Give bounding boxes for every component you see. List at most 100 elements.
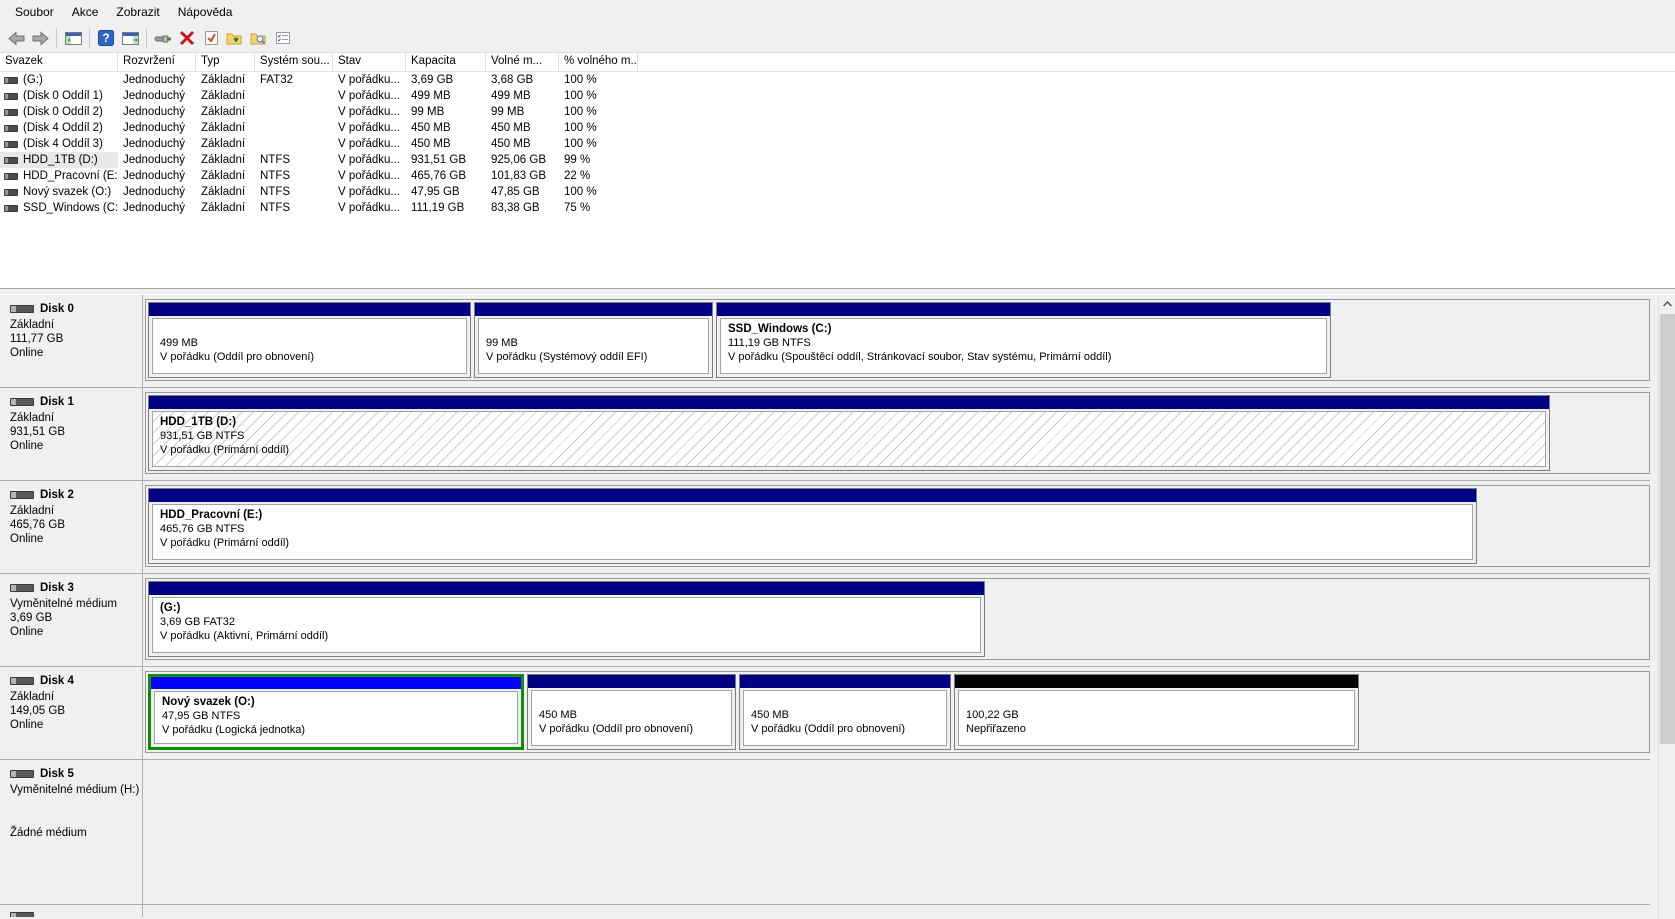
volume-capacity: 111,19 GB [406, 200, 486, 216]
volume-name: Nový svazek (O:) [0, 184, 118, 200]
vertical-scrollbar[interactable] [1658, 295, 1675, 919]
disk-name: Disk 0 [40, 302, 74, 316]
checklist-icon[interactable] [271, 26, 295, 50]
disk-graphic-area [143, 760, 1650, 904]
partition[interactable]: (G:)3,69 GB FAT32V pořádku (Aktivní, Pri… [148, 581, 985, 657]
partition-body: 100,22 GBNepřiřazeno [958, 690, 1355, 746]
volume-type: Základní [196, 152, 255, 168]
partition-size: 100,22 GB [966, 708, 1352, 722]
partition-body: 450 MBV pořádku (Oddíl pro obnovení) [743, 690, 947, 746]
volume-row[interactable]: Nový svazek (O:)JednoduchýZákladníNTFSV … [0, 184, 1675, 200]
delete-icon[interactable] [175, 26, 199, 50]
disk-label[interactable]: Disk 2Základní465,76 GBOnline [0, 481, 143, 573]
menu-item-0[interactable]: Soubor [6, 0, 63, 24]
partition[interactable]: 99 MBV pořádku (Systémový oddíl EFI) [474, 302, 713, 378]
volume-name: HDD_1TB (D:) [0, 152, 118, 168]
folder-search-icon[interactable] [247, 26, 271, 50]
disk-label[interactable]: Disk 5Vyměnitelné médium (H:)Žádné médiu… [0, 760, 143, 904]
back-icon[interactable] [4, 26, 28, 50]
volume-row[interactable]: (Disk 4 Oddíl 2)JednoduchýZákladníV pořá… [0, 120, 1675, 136]
graphical-view: Disk 0Základní111,77 GBOnline499 MBV poř… [0, 295, 1675, 919]
menu-item-2[interactable]: Zobrazit [107, 0, 168, 24]
partition-size: 111,19 GB NTFS [728, 336, 1324, 350]
volume-free: 450 MB [486, 120, 559, 136]
task-check-icon[interactable] [199, 26, 223, 50]
volume-icon [4, 205, 18, 212]
volume-fs: FAT32 [255, 72, 333, 88]
disk-icon [10, 398, 34, 406]
partition[interactable]: HDD_Pracovní (E:)465,76 GB NTFSV pořádku… [148, 488, 1477, 564]
volume-name-label: (Disk 0 Oddíl 1) [23, 88, 103, 104]
volume-free: 101,83 GB [486, 168, 559, 184]
volume-list-header: SvazekRozvrženíTypSystém sou...StavKapac… [0, 53, 1675, 72]
disk-title: Disk 2 [10, 488, 142, 502]
partition-type-bar [149, 396, 1549, 409]
partition-status: V pořádku (Spouštěcí oddíl, Stránkovací … [728, 350, 1324, 364]
volume-status: V pořádku... [333, 72, 406, 88]
partition[interactable]: HDD_1TB (D:)931,51 GB NTFSV pořádku (Pri… [148, 395, 1550, 471]
volume-status: V pořádku... [333, 184, 406, 200]
menu-item-1[interactable]: Akce [63, 0, 108, 24]
disk-label[interactable]: Disk 0Základní111,77 GBOnline [0, 295, 143, 387]
volume-row[interactable]: (G:)JednoduchýZákladníFAT32V pořádku...3… [0, 72, 1675, 88]
volume-name: (Disk 0 Oddíl 1) [0, 88, 118, 104]
volume-capacity: 99 MB [406, 104, 486, 120]
disk-icon [10, 912, 34, 917]
volume-row[interactable]: HDD_1TB (D:)JednoduchýZákladníNTFSV pořá… [0, 152, 1675, 168]
forward-icon[interactable] [28, 26, 52, 50]
disk-kind: Základní [10, 504, 142, 518]
column-header-6[interactable]: Volné m... [486, 53, 559, 71]
partition[interactable]: SSD_Windows (C:)111,19 GB NTFSV pořádku … [716, 302, 1331, 378]
partition[interactable]: 499 MBV pořádku (Oddíl pro obnovení) [148, 302, 471, 378]
properties-tool-icon[interactable] [151, 26, 175, 50]
column-header-2[interactable]: Typ [196, 53, 255, 71]
volume-fs [255, 120, 333, 136]
disk-label[interactable]: Disk 3Vyměnitelné médium3,69 GBOnline [0, 574, 143, 666]
volume-name: HDD_Pracovní (E:) [0, 168, 118, 184]
help-icon[interactable]: ? [94, 26, 118, 50]
disk-icon [10, 770, 34, 778]
volume-row[interactable]: (Disk 0 Oddíl 1)JednoduchýZákladníV pořá… [0, 88, 1675, 104]
partition-title [966, 694, 1352, 708]
disk-label[interactable]: Disk 1Základní931,51 GBOnline [0, 388, 143, 480]
column-header-0[interactable]: Svazek [0, 53, 118, 71]
folder-up-icon[interactable] [223, 26, 247, 50]
partition-body: 99 MBV pořádku (Systémový oddíl EFI) [478, 318, 709, 374]
partition-title: (G:) [160, 601, 978, 615]
partition[interactable]: 100,22 GBNepřiřazeno [954, 674, 1359, 750]
volume-status: V pořádku... [333, 136, 406, 152]
menu-item-3[interactable]: Nápověda [169, 0, 242, 24]
volume-row[interactable]: (Disk 0 Oddíl 2)JednoduchýZákladníV pořá… [0, 104, 1675, 120]
volume-name: (G:) [0, 72, 118, 88]
column-header-7[interactable]: % volného m... [559, 53, 638, 71]
column-header-4[interactable]: Stav [333, 53, 406, 71]
scrollbar-thumb[interactable] [1660, 314, 1675, 744]
volume-fs [255, 88, 333, 104]
volume-pct: 100 % [559, 72, 638, 88]
column-header-3[interactable]: Systém sou... [255, 53, 333, 71]
action-pane-icon[interactable] [118, 26, 142, 50]
volume-status: V pořádku... [333, 104, 406, 120]
disk-graphic-area: HDD_Pracovní (E:)465,76 GB NTFSV pořádku… [143, 481, 1650, 573]
pane-splitter[interactable] [0, 288, 1675, 295]
column-header-1[interactable]: Rozvržení [118, 53, 196, 71]
disk-label[interactable]: Disk 4Základní149,05 GBOnline [0, 667, 143, 759]
partition[interactable]: Nový svazek (O:)47,95 GB NTFSV pořádku (… [148, 674, 524, 750]
scroll-up-icon[interactable] [1659, 295, 1675, 312]
disk-graphic-area: (G:)3,69 GB FAT32V pořádku (Aktivní, Pri… [143, 574, 1650, 666]
volume-capacity: 450 MB [406, 120, 486, 136]
partition-body: HDD_Pracovní (E:)465,76 GB NTFSV pořádku… [152, 504, 1473, 560]
volume-name-label: HDD_1TB (D:) [23, 152, 98, 168]
volume-row[interactable]: HDD_Pracovní (E:)JednoduchýZákladníNTFSV… [0, 168, 1675, 184]
volume-type: Základní [196, 168, 255, 184]
volume-row[interactable]: (Disk 4 Oddíl 3)JednoduchýZákladníV pořá… [0, 136, 1675, 152]
volume-row[interactable]: SSD_Windows (C:)JednoduchýZákladníNTFSV … [0, 200, 1675, 216]
column-header-5[interactable]: Kapacita [406, 53, 486, 71]
volume-fs [255, 136, 333, 152]
volume-free: 47,85 GB [486, 184, 559, 200]
volume-status: V pořádku... [333, 88, 406, 104]
console-tree-icon[interactable] [61, 26, 85, 50]
partition-type-bar [955, 675, 1358, 688]
partition[interactable]: 450 MBV pořádku (Oddíl pro obnovení) [527, 674, 736, 750]
partition[interactable]: 450 MBV pořádku (Oddíl pro obnovení) [739, 674, 951, 750]
